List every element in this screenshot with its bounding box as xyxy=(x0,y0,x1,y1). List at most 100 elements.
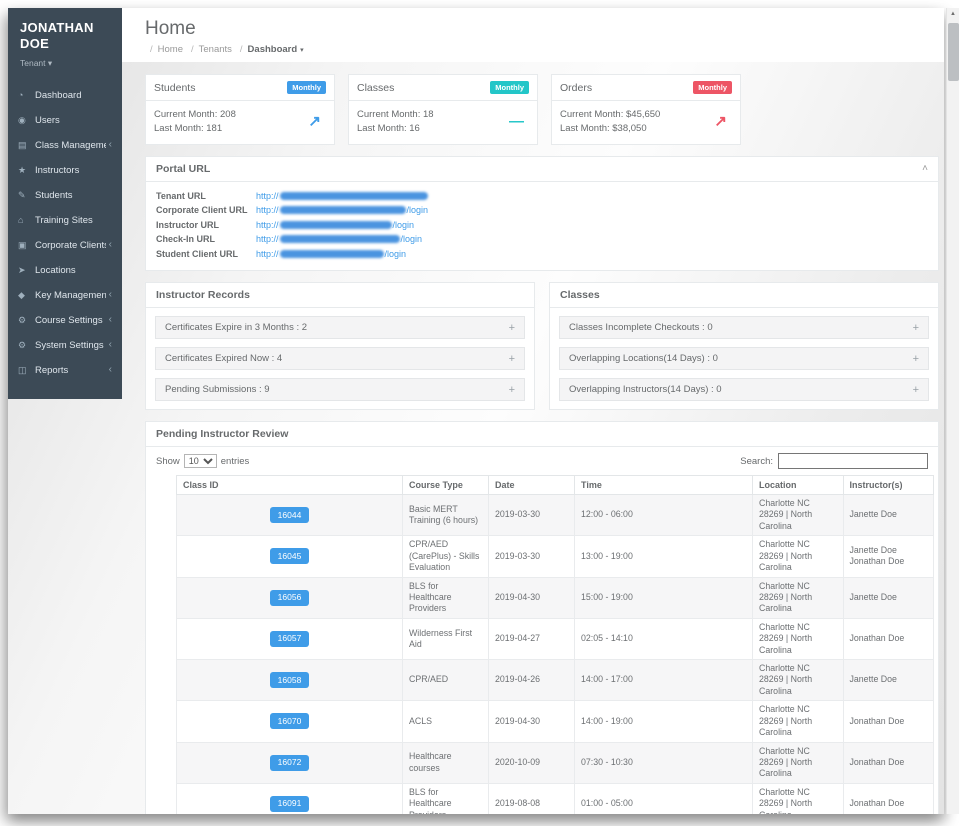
scrollbar-thumb[interactable] xyxy=(948,23,959,81)
table-row: 16057 Wilderness First Aid 2019-04-27 02… xyxy=(176,617,934,661)
column-header[interactable]: Course Type xyxy=(402,475,489,495)
class-id-button[interactable]: 16072 xyxy=(269,754,310,771)
sidebar-item-course-settings[interactable]: ⚙ Course Settings ‹ xyxy=(8,308,122,333)
expand-plus-icon[interactable]: + xyxy=(913,322,919,334)
collapse-icon[interactable]: ˄ xyxy=(922,163,928,174)
url-prefix[interactable]: http:// xyxy=(256,220,279,230)
url-label: Instructor URL xyxy=(156,219,219,230)
location-cell: Charlotte NC 28269 | North Carolina xyxy=(752,700,844,743)
sidebar-item-dashboard[interactable]: ◔ Dashboard ‹ xyxy=(8,83,122,108)
url-suffix[interactable]: /login xyxy=(393,220,415,230)
accordion-label: Certificates Expired Now : 4 xyxy=(165,353,283,364)
current-month-value: Current Month: $45,650 xyxy=(560,109,661,120)
url-prefix[interactable]: http:// xyxy=(256,205,279,215)
scrollbar[interactable]: ▲ xyxy=(946,8,959,814)
search-input[interactable] xyxy=(778,453,928,469)
class-id-button[interactable]: 16091 xyxy=(269,795,310,813)
expand-plus-icon[interactable]: + xyxy=(913,353,919,365)
sidebar-item-icon: ★ xyxy=(18,164,27,175)
sidebar-item-label: Dashboard xyxy=(35,89,82,101)
location-cell: Charlotte NC 28269 | North Carolina xyxy=(752,782,844,814)
accordion-item[interactable]: Classes Incomplete Checkouts : 0 + xyxy=(559,316,929,339)
url-prefix[interactable]: http:// xyxy=(256,249,279,259)
url-label: Tenant URL xyxy=(156,190,206,201)
stat-card-header: Classes Monthly xyxy=(349,75,537,101)
class-id-button[interactable]: 16056 xyxy=(269,589,310,606)
sidebar-item-locations[interactable]: ➤ Locations ‹ xyxy=(8,258,122,283)
sidebar-item-label: Instructors xyxy=(35,164,80,176)
tenant-selector[interactable]: Tenant ▾ xyxy=(20,58,110,69)
column-header[interactable]: Instructor(s) xyxy=(842,475,934,495)
pending-instructor-review-panel: Pending Instructor Review Show 10 entrie… xyxy=(145,421,939,814)
portal-url-list: Tenant URL http:// Corporate Client URL … xyxy=(146,182,938,271)
sidebar-item-corporate-clients[interactable]: ▣ Corporate Clients ‹ xyxy=(8,233,122,258)
table-row: 16070 ACLS 2019-04-30 14:00 - 19:00 Char… xyxy=(176,700,934,743)
class-id-button[interactable]: 16045 xyxy=(269,548,310,565)
scroll-up-arrow[interactable]: ▲ xyxy=(947,8,959,21)
sidebar-item-icon: ▤ xyxy=(18,139,27,150)
table-row: 16045 CPR/AED (CarePlus) - Skills Evalua… xyxy=(176,535,934,578)
class-id-button[interactable]: 16070 xyxy=(269,713,310,730)
main-content: Home / Home / Tenants / Dashboard ▾ Stud… xyxy=(122,8,944,814)
sidebar-item-class-management[interactable]: ▤ Class Management ‹ xyxy=(8,133,122,158)
table-wrapper: Class ID Course Type Date Time Location Instr… xyxy=(146,471,938,814)
column-header[interactable]: Date xyxy=(488,475,575,495)
accordion-item[interactable]: Overlapping Locations(14 Days) : 0 + xyxy=(559,347,929,370)
accordion-item[interactable]: Certificates Expired Now : 4 + xyxy=(155,347,525,370)
sidebar-item-instructors[interactable]: ★ Instructors ‹ xyxy=(8,158,122,183)
breadcrumb-item[interactable]: / Dashboard ▾ xyxy=(235,44,304,55)
sidebar-item-label: Students xyxy=(35,189,73,201)
sidebar-item-icon: ✎ xyxy=(18,189,26,200)
current-month-value: Current Month: 208 xyxy=(154,109,236,120)
class-id-button[interactable]: 16057 xyxy=(269,630,310,647)
column-header[interactable]: Location xyxy=(752,475,844,495)
expand-plus-icon[interactable]: + xyxy=(509,384,515,396)
sidebar-item-key-management[interactable]: ◆ Key Management ‹ xyxy=(8,283,122,308)
page-title: Home xyxy=(145,18,196,39)
location-cell: Charlotte NC 28269 | North Carolina xyxy=(752,659,844,702)
sidebar-item-icon: ◆ xyxy=(18,289,25,300)
column-header[interactable]: Time xyxy=(574,475,753,495)
sidebar-item-users[interactable]: ◉ Users ‹ xyxy=(8,108,122,133)
accordion-item[interactable]: Certificates Expire in 3 Months : 2 + xyxy=(155,316,525,339)
sidebar-item-system-settings[interactable]: ⚙ System Settings ‹ xyxy=(8,333,122,358)
url-suffix[interactable]: /login xyxy=(385,249,407,259)
table-controls: Show 10 entries Search: xyxy=(146,447,938,471)
url-prefix[interactable]: http:// xyxy=(256,234,279,244)
expand-plus-icon[interactable]: + xyxy=(913,384,919,396)
url-suffix[interactable]: /login xyxy=(407,205,429,215)
breadcrumb-label: Dashboard xyxy=(247,44,298,55)
sidebar-item-reports[interactable]: ◫ Reports ‹ xyxy=(8,358,122,383)
sidebar-item-students[interactable]: ✎ Students ‹ xyxy=(8,183,122,208)
monthly-badge: Monthly xyxy=(693,81,732,94)
sidebar-item-icon: ▣ xyxy=(18,239,27,250)
class-id-cell: 16070 xyxy=(176,700,403,743)
breadcrumb-item[interactable]: / Tenants xyxy=(186,44,235,55)
breadcrumb-item[interactable]: / Home xyxy=(145,44,186,55)
url-prefix[interactable]: http:// xyxy=(256,191,279,201)
url-suffix[interactable]: /login xyxy=(401,234,423,244)
accordion-item[interactable]: Pending Submissions : 9 + xyxy=(155,378,525,401)
table-header-row: Class ID Course Type Date Time Location Instr… xyxy=(176,475,934,495)
date-cell: 2019-03-30 xyxy=(488,493,575,537)
stat-title: Students xyxy=(154,81,196,94)
date-cell: 2019-04-30 xyxy=(488,576,575,619)
expand-plus-icon[interactable]: + xyxy=(509,353,515,365)
sidebar-item-training-sites[interactable]: ⌂ Training Sites ‹ xyxy=(8,208,122,233)
column-header[interactable]: Class ID xyxy=(176,475,403,495)
stat-card-body: Current Month: $45,650 Last Month: $38,0… xyxy=(552,101,740,144)
date-cell: 2019-04-26 xyxy=(488,659,575,702)
course-type-cell: BLS for Healthcare Providers xyxy=(402,782,489,814)
class-id-button[interactable]: 16058 xyxy=(269,672,310,689)
accordion-item[interactable]: Overlapping Instructors(14 Days) : 0 + xyxy=(559,378,929,401)
expand-plus-icon[interactable]: + xyxy=(509,322,515,334)
location-cell: Charlotte NC 28269 | North Carolina xyxy=(752,493,844,537)
page-size-select[interactable]: 10 xyxy=(183,454,217,468)
url-label: Corporate Client URL xyxy=(156,205,248,216)
class-id-button[interactable]: 16044 xyxy=(269,507,310,524)
sidebar: JONATHAN DOE Tenant ▾ ◔ Dashboard ‹ ◉ xyxy=(8,8,122,814)
accordion-label: Overlapping Instructors(14 Days) : 0 xyxy=(569,384,722,395)
sidebar-item-label: Course Settings xyxy=(35,314,103,326)
location-cell: Charlotte NC 28269 | North Carolina xyxy=(752,617,844,661)
breadcrumb-separator: / xyxy=(150,44,153,55)
